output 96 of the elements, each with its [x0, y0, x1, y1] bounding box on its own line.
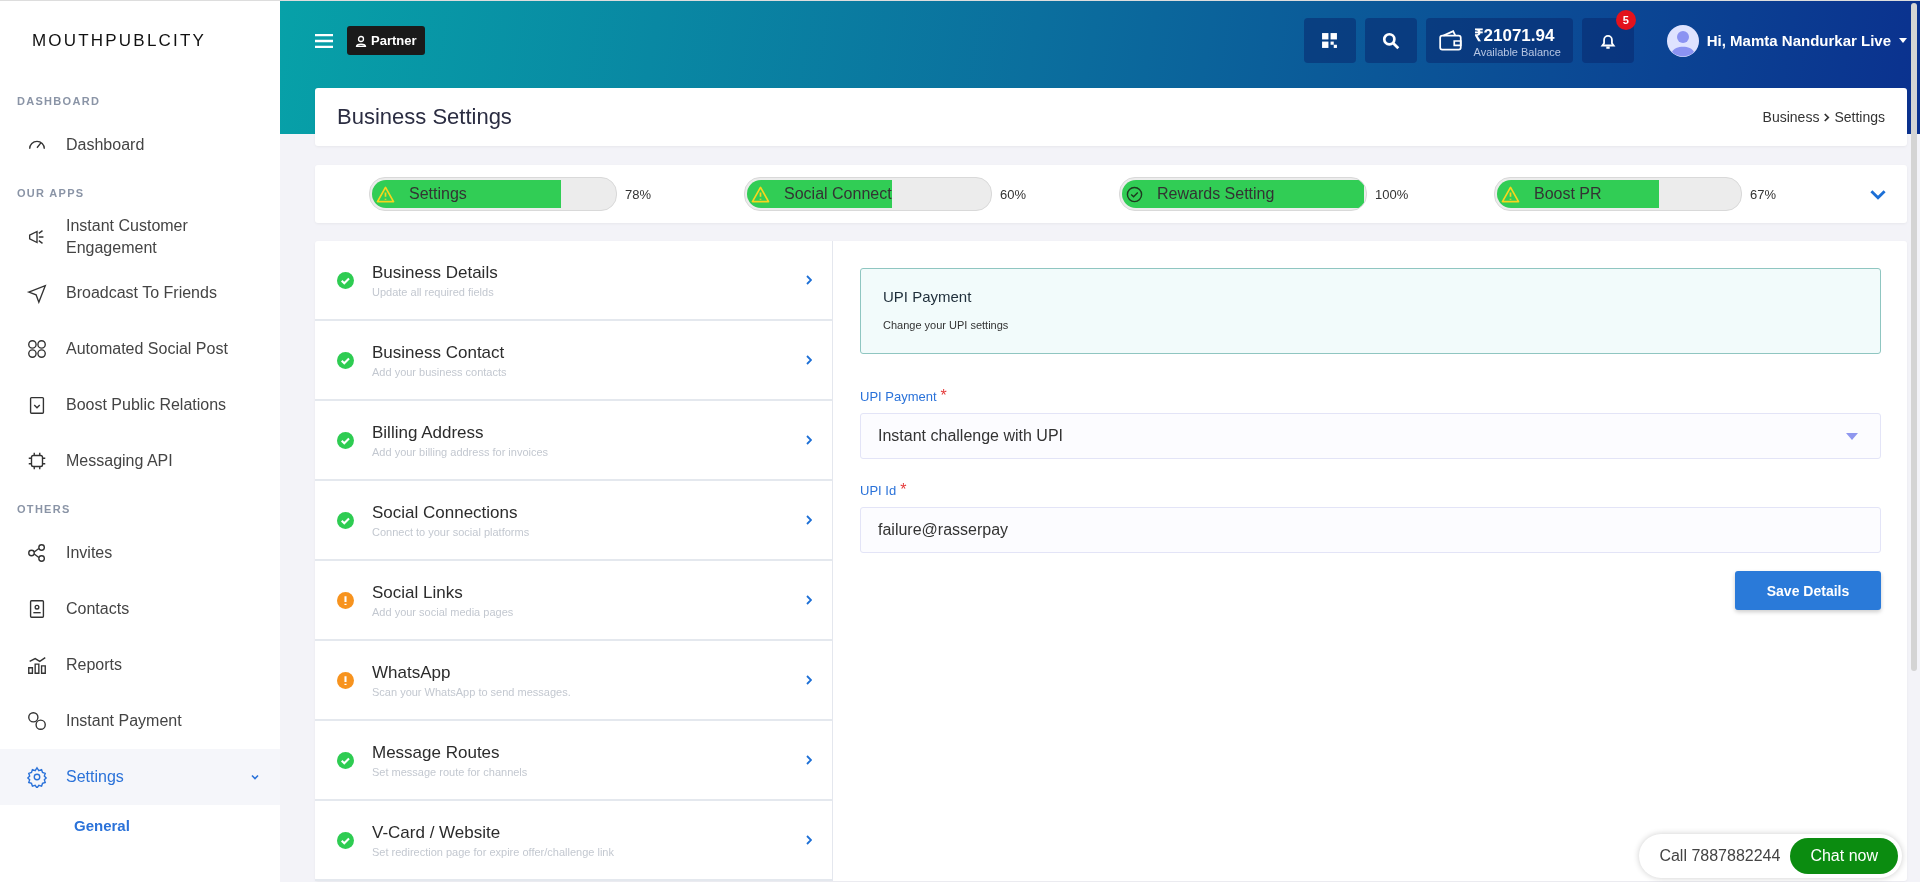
sidebar-item[interactable]: Instant Payment [0, 693, 280, 749]
nav-icon [26, 542, 48, 564]
step-title: Business Contact [372, 342, 506, 363]
search-icon [1381, 31, 1400, 50]
sidebar-item[interactable]: Contacts [0, 581, 280, 637]
brand-logo: MOUTHPUBLCITY [31, 30, 208, 52]
wallet-button[interactable]: ₹21071.94 Available Balance [1425, 18, 1573, 63]
chevron-right-icon [806, 755, 812, 765]
sidebar-item[interactable]: Boost Public Relations [0, 377, 280, 433]
field-label: UPI Id [860, 483, 897, 498]
step-subtitle: Add your social media pages [372, 605, 515, 618]
chevron-right-icon [806, 595, 812, 605]
progress-percent: 67% [1750, 186, 1777, 202]
progress-percent: 60% [1000, 186, 1027, 202]
nav-icon [26, 766, 48, 788]
step-subtitle: Scan your WhatsApp to send messages. [372, 685, 572, 698]
step-subtitle: Connect to your social platforms [372, 525, 531, 538]
section-heading: DASHBOARD [16, 95, 102, 107]
settings-step[interactable]: Business Contact Add your business contacts [315, 321, 832, 401]
settings-step[interactable]: WhatsApp Scan your WhatsApp to send messages. [315, 641, 832, 721]
nav-icon [26, 654, 48, 676]
user-icon [355, 34, 367, 47]
save-button[interactable]: Save Details [1735, 571, 1881, 610]
sidebar-item[interactable]: Reports [0, 637, 280, 693]
chevron-right-icon [806, 355, 812, 365]
submenu-item[interactable]: General [0, 805, 280, 846]
breadcrumb-item: Settings [1834, 109, 1885, 125]
settings-step[interactable]: Social Connections Connect to your social platforms [315, 481, 832, 561]
sidebar-item[interactable]: Instant Customer Engagement [0, 209, 280, 265]
sidebar-item[interactable]: Automated Social Post [0, 321, 280, 377]
step-subtitle: Update all required fields [372, 285, 495, 298]
progress-percent: 100% [1375, 186, 1409, 202]
breadcrumb-item[interactable]: Business [1762, 109, 1820, 125]
info-subtitle: Change your UPI settings [883, 319, 1010, 331]
required-mark: * [940, 387, 947, 405]
select-field[interactable]: Instant challenge with UPI [860, 413, 1881, 459]
chevron-right-icon [806, 515, 812, 525]
input-field[interactable]: failure@rasserpay [860, 507, 1881, 553]
sidebar-item[interactable]: Settings [0, 749, 280, 805]
progress-label: Boost PR [1534, 185, 1602, 203]
step-title: Social Connections [372, 502, 519, 523]
step-title: Billing Address [372, 422, 485, 443]
sidebar-item[interactable]: Dashboard [0, 117, 280, 173]
chevron-icon [1823, 112, 1831, 122]
nav-icon [26, 710, 48, 732]
settings-step[interactable]: Message Routes Set message route for channels [315, 721, 832, 801]
step-subtitle: Add your billing address for invoices [372, 445, 550, 458]
chevron-right-icon [806, 835, 812, 845]
wallet-icon [1437, 27, 1464, 54]
menu-icon[interactable] [315, 33, 333, 48]
step-title: WhatsApp [372, 662, 452, 683]
progress-percent: 78% [625, 186, 652, 202]
nav-icon [26, 282, 48, 304]
balance-amount: ₹21071.94 [1473, 25, 1555, 46]
required-mark: * [900, 481, 907, 499]
settings-step[interactable]: Social Links Add your social media pages [315, 561, 832, 641]
nav-icon [26, 338, 48, 360]
search-button[interactable] [1364, 18, 1417, 63]
call-number[interactable]: Call 7887882244 [1659, 847, 1781, 865]
progress-label: Settings [409, 185, 467, 203]
settings-step[interactable]: V-Card / Website Set redirection page for expire offer/challenge link [315, 801, 832, 881]
badge-label: Partner [371, 33, 417, 48]
step-title: Message Routes [372, 742, 501, 763]
qr-code-button[interactable] [1303, 18, 1356, 63]
step-subtitle: Set redirection page for expire offer/challenge link [372, 845, 615, 858]
user-menu[interactable]: Hi, Mamta Nandurkar Live [1666, 24, 1907, 57]
progress-label: Social Connect [784, 185, 892, 203]
nav-icon [26, 450, 48, 472]
chevron-right-icon [806, 675, 812, 685]
step-title: Social Links [372, 582, 464, 603]
page-title: Business Settings [337, 104, 512, 130]
info-title: UPI Payment [883, 288, 973, 305]
settings-step[interactable]: Billing Address Add your billing address for invoices [315, 401, 832, 481]
sidebar-item[interactable]: Messaging API [0, 433, 280, 489]
dropdown-caret-icon [1846, 432, 1858, 440]
chevron-right-icon [806, 435, 812, 445]
avatar-icon [1666, 24, 1699, 57]
qr-code-icon [1321, 32, 1339, 49]
section-heading: OTHERS [16, 503, 72, 515]
sidebar-item[interactable]: Invites [0, 525, 280, 581]
section-heading: OUR APPS [16, 187, 86, 199]
chevron-down-icon[interactable] [1869, 188, 1887, 200]
caret-icon [1899, 38, 1907, 43]
balance-label: Available Balance [1473, 46, 1561, 58]
notifications-button[interactable] [1581, 18, 1634, 63]
settings-step[interactable]: Business Details Update all required fields [315, 241, 832, 321]
sidebar-item[interactable]: Broadcast To Friends [0, 265, 280, 321]
step-title: Business Details [372, 262, 499, 283]
chat-now-button[interactable]: Chat now [1790, 838, 1898, 874]
scrollbar[interactable] [1911, 3, 1917, 671]
step-subtitle: Add your business contacts [372, 365, 508, 378]
progress-label: Rewards Setting [1157, 185, 1275, 203]
step-title: V-Card / Website [372, 822, 502, 843]
field-label: UPI Payment [860, 389, 937, 404]
step-subtitle: Set message route for channels [372, 765, 529, 778]
chevron-right-icon [806, 275, 812, 285]
